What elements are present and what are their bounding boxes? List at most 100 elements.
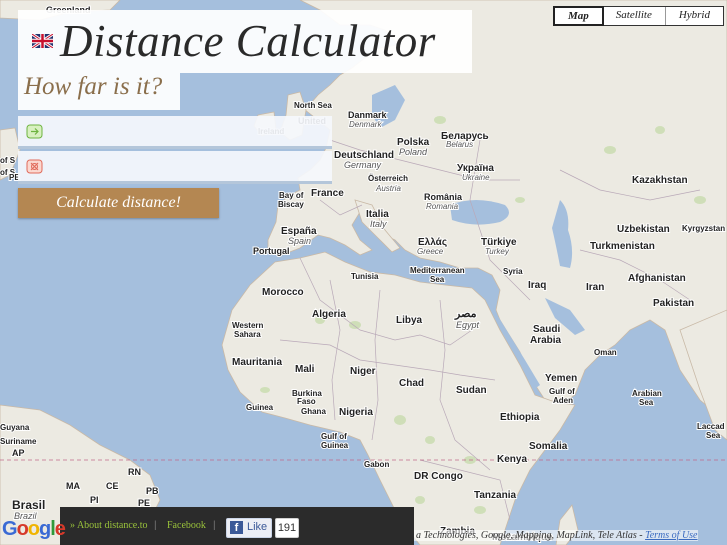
map-label: Biscay xyxy=(278,200,304,209)
map-label: Sea xyxy=(639,398,654,407)
map-label: Nigeria xyxy=(339,407,373,418)
map-label: Egypt xyxy=(456,320,480,330)
facebook-like-button[interactable]: f Like xyxy=(226,518,272,538)
map-label: CE xyxy=(106,481,119,491)
map-label: Romania xyxy=(426,202,459,211)
map-label: Austria xyxy=(375,184,401,193)
subtitle-panel: How far is it? xyxy=(18,73,180,110)
footer-separator: | xyxy=(213,520,216,531)
map-label: Western xyxy=(232,321,264,330)
map-attribution: a Technologies, Google, Mapping, MapLink… xyxy=(414,530,698,541)
map-label: România xyxy=(424,192,463,202)
like-count: 191 xyxy=(275,518,299,538)
map-label: Österreich xyxy=(368,174,408,183)
map-label: Kyrgyzstan xyxy=(682,224,725,233)
map-label: AP xyxy=(12,448,25,458)
map-label: Denmark xyxy=(349,120,382,129)
map-label: Sea xyxy=(706,431,721,440)
map-label: Yemen xyxy=(545,373,577,384)
map-label: Suriname xyxy=(0,437,37,446)
map-type-satellite[interactable]: Satellite xyxy=(603,7,666,25)
map-label: Aden xyxy=(553,396,573,405)
map-label: France xyxy=(311,188,344,199)
map-label: Sahara xyxy=(234,330,261,339)
like-label: Like xyxy=(247,521,268,533)
map-label: Turkey xyxy=(485,247,510,256)
footer-bar: » About distance.to | Facebook | f Like … xyxy=(60,507,414,545)
facebook-icon: f xyxy=(230,521,243,534)
page-subtitle: How far is it? xyxy=(24,73,163,100)
map-label: Greece xyxy=(417,247,444,256)
to-field[interactable] xyxy=(18,151,332,184)
map-label: Arabia xyxy=(530,335,562,346)
map-label: Chad xyxy=(399,378,424,389)
calculate-distance-button[interactable]: Calculate distance! xyxy=(18,188,219,218)
map-type-map[interactable]: Map xyxy=(553,6,604,26)
map-label: Kenya xyxy=(497,454,527,465)
to-input[interactable] xyxy=(54,157,328,179)
map-label: Portugal xyxy=(253,246,290,256)
map-label: Gulf of xyxy=(549,387,575,396)
map-type-hybrid[interactable]: Hybrid xyxy=(666,7,723,25)
map-label: Italy xyxy=(370,219,387,229)
page-title: Distance Calculator xyxy=(60,16,436,66)
from-input[interactable] xyxy=(54,122,328,144)
map-label: Brasil xyxy=(12,498,45,512)
end-marker-icon xyxy=(26,159,43,174)
map-label: Ukraine xyxy=(462,173,490,182)
map-label: Uzbekistan xyxy=(617,224,670,235)
map-label: Gabon xyxy=(364,460,389,469)
black-sea xyxy=(450,200,509,225)
map-label: Algeria xyxy=(312,309,346,320)
map-label: Tunisia xyxy=(351,272,379,281)
title-panel: Distance Calculator xyxy=(18,10,472,73)
map-label: DR Congo xyxy=(414,471,463,482)
map-label: Oman xyxy=(594,348,617,357)
map-label: Guyana xyxy=(0,423,30,432)
map-label: Bay of xyxy=(279,191,304,200)
map-label: Laccad xyxy=(697,422,725,431)
map-label: Mediterranean xyxy=(410,266,465,275)
map-type-control: Map Satellite Hybrid xyxy=(553,6,724,26)
map-label: Ethiopia xyxy=(500,412,540,423)
map-label: North Sea xyxy=(294,101,332,110)
map-label: Syria xyxy=(503,267,523,276)
map-label: Niger xyxy=(350,366,376,377)
attribution-text: a Technologies, Google, Mapping, MapLink… xyxy=(416,530,646,541)
map-label: Mauritania xyxy=(232,357,282,368)
footer-separator: | xyxy=(154,520,157,531)
map-label: MA xyxy=(66,481,80,491)
map-label: Saudi xyxy=(533,324,560,335)
start-marker-icon xyxy=(26,124,43,139)
map-label: Somalia xyxy=(529,441,568,452)
map-label: Kazakhstan xyxy=(632,175,688,186)
map-label: Poland xyxy=(399,147,428,157)
from-field[interactable] xyxy=(18,116,332,149)
map-label: Arabian xyxy=(632,389,662,398)
map-label: Mali xyxy=(295,364,315,375)
map-label: Tanzania xyxy=(474,490,516,501)
map-label: of S xyxy=(0,156,16,165)
google-logo[interactable]: Google xyxy=(2,518,66,541)
map-label: Sudan xyxy=(456,385,487,396)
uk-flag-icon[interactable] xyxy=(32,34,53,48)
map-label: Turkmenistan xyxy=(590,241,655,252)
map-label: Iran xyxy=(586,282,604,293)
map-label: Danmark xyxy=(348,110,388,120)
map-label: Ghana xyxy=(301,407,326,416)
facebook-link[interactable]: Facebook xyxy=(167,520,206,531)
terms-of-use-link[interactable]: Terms of Use xyxy=(645,530,697,541)
map-label: مصر xyxy=(454,308,477,320)
map-label: Germany xyxy=(344,160,382,170)
map-label: Libya xyxy=(396,315,423,326)
map-label: Iraq xyxy=(528,280,546,291)
map-label: PB xyxy=(146,486,159,496)
map-label: Sea xyxy=(430,275,445,284)
map-label: Gulf of xyxy=(321,432,347,441)
map-label: PI xyxy=(90,495,99,505)
map-label: Pakistan xyxy=(653,298,694,309)
map-label: Guinea xyxy=(321,441,349,450)
map-label: Guinea xyxy=(246,403,274,412)
map-label: Faso xyxy=(297,397,316,406)
about-link[interactable]: » About distance.to xyxy=(70,520,148,531)
